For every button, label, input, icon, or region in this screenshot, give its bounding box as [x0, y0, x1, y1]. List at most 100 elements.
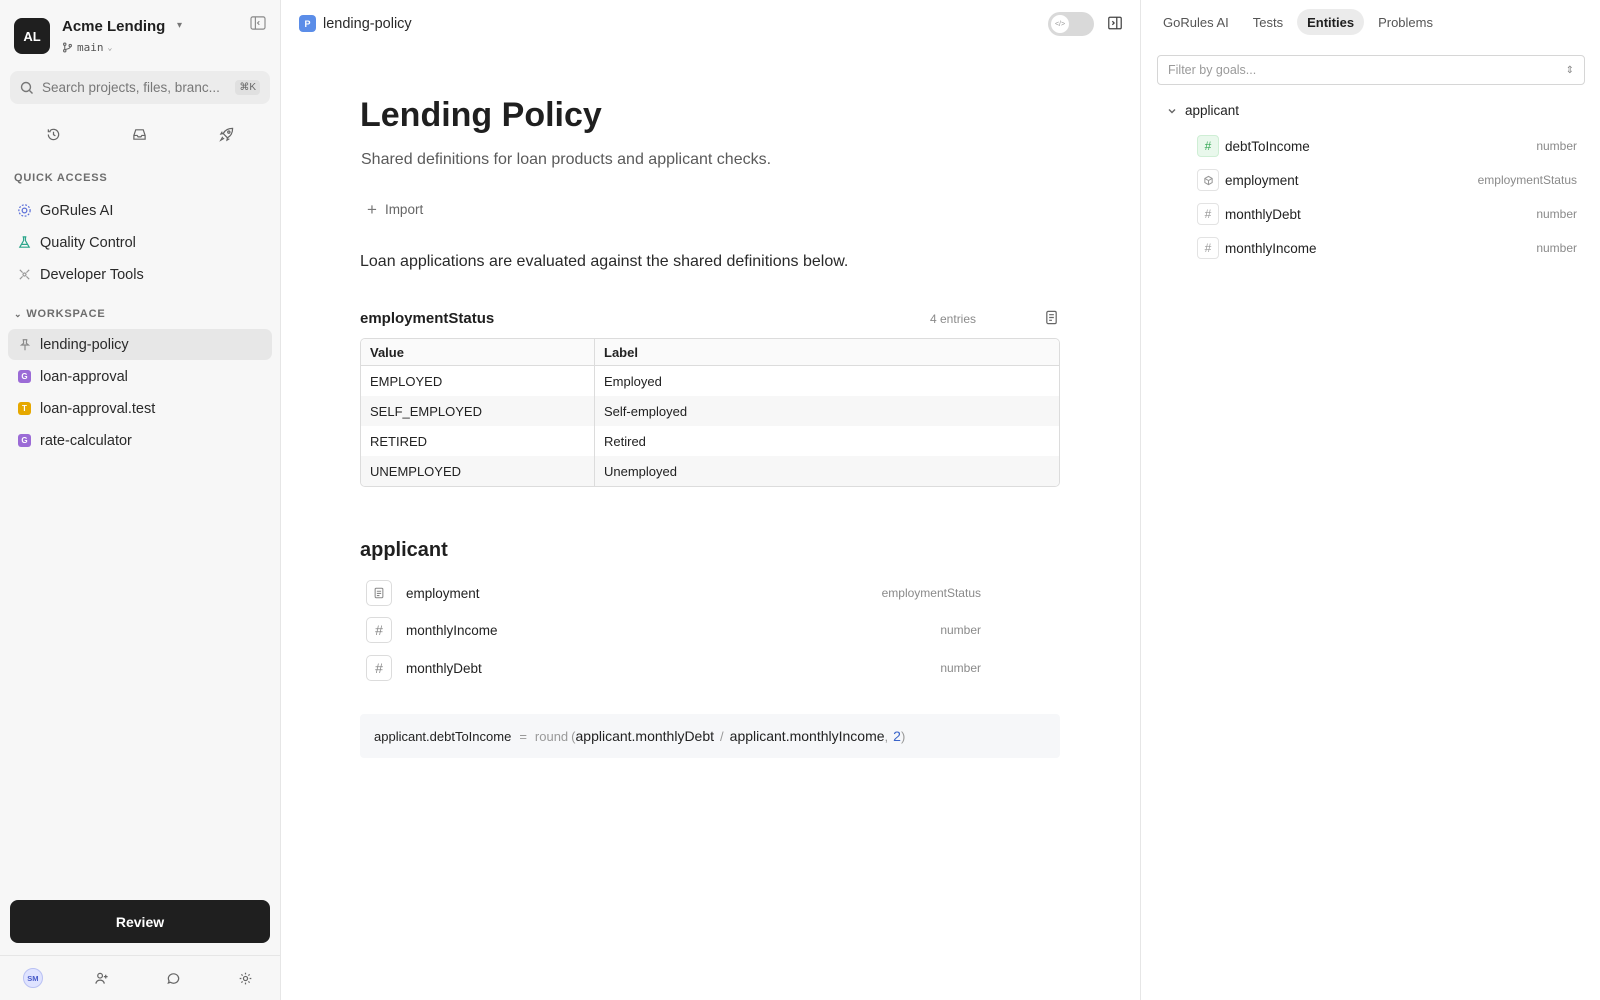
attribute-row-monthly-debt[interactable]: # monthlyDebt number [366, 655, 981, 681]
tab-gorules-ai[interactable]: GoRules AI [1153, 9, 1239, 35]
enum-value[interactable]: SELF_EMPLOYED [361, 396, 595, 426]
entity-tree-item[interactable]: employment employmentStatus [1197, 169, 1577, 191]
document-editor: P lending-policy </> Lending Policy Shar… [281, 0, 1140, 1000]
code-view-toggle[interactable]: </> [1048, 12, 1094, 36]
collapse-sidebar-icon[interactable] [250, 16, 268, 32]
table-row[interactable]: EMPLOYED Employed [361, 366, 1059, 396]
rocket-icon[interactable] [214, 121, 240, 147]
quick-access-quality-control[interactable]: Quality Control [8, 227, 272, 258]
tab-problems[interactable]: Problems [1368, 9, 1443, 35]
enum-label[interactable]: Unemployed [595, 456, 1059, 486]
enum-label[interactable]: Employed [595, 366, 1059, 396]
search-input[interactable] [42, 80, 230, 95]
enum-value[interactable]: EMPLOYED [361, 366, 595, 396]
pin-icon [17, 337, 32, 352]
goal-filter-input[interactable] [1168, 63, 1548, 77]
hash-icon: # [1197, 203, 1219, 225]
entity-tree-item[interactable]: # monthlyDebt number [1197, 203, 1577, 225]
workspace-item-lending-policy[interactable]: lending-policy [8, 329, 272, 360]
quick-access-developer-tools[interactable]: Developer Tools [8, 259, 272, 290]
chat-icon[interactable] [160, 965, 186, 991]
formula-arg: applicant.monthlyIncome [729, 728, 885, 744]
user-avatar[interactable]: SM [22, 968, 43, 988]
goal-filter-select[interactable]: ⇕ [1157, 55, 1585, 85]
table-header-row: Value Label [361, 339, 1059, 366]
formula-operator: / [720, 728, 724, 744]
right-panel: GoRules AI Tests Entities Problems ⇕ app… [1140, 0, 1600, 1000]
nav-label: Developer Tools [40, 266, 144, 283]
nav-label: loan-approval.test [40, 400, 156, 417]
document-icon[interactable] [1044, 310, 1060, 326]
search-shortcut: ⌘K [235, 80, 260, 95]
formula-comma: , [884, 728, 889, 744]
enum-entry-count: 4 entries [930, 312, 977, 326]
page-subtitle: Shared definitions for loan products and… [361, 151, 772, 168]
formula-equals: = [519, 728, 527, 744]
workspace-item-rate-calculator[interactable]: G rate-calculator [8, 425, 272, 456]
inbox-icon[interactable] [127, 121, 153, 147]
editor-topbar: P lending-policy </> [281, 0, 1140, 48]
tab-tests[interactable]: Tests [1243, 9, 1293, 35]
entity-tree-item[interactable]: # monthlyIncome number [1197, 237, 1577, 259]
policy-badge-icon: P [299, 15, 316, 32]
enum-value[interactable]: UNEMPLOYED [361, 456, 595, 486]
tab-entities[interactable]: Entities [1297, 9, 1365, 35]
sidebar: AL Acme Lending ▾ main ⌄ ⌘K QUICK ACCESS… [0, 0, 281, 1000]
tree-item-name: monthlyDebt [1225, 206, 1301, 222]
import-button[interactable]: + Import [367, 201, 423, 218]
workspace-item-loan-approval[interactable]: G loan-approval [8, 361, 272, 392]
entity-tree-item[interactable]: # debtToIncome number [1197, 135, 1577, 157]
intro-text: Loan applications are evaluated against … [360, 253, 849, 270]
quick-access-gorules-ai[interactable]: GoRules AI [8, 195, 272, 226]
graph-badge-icon: G [18, 370, 31, 383]
tree-item-type: number [1536, 241, 1577, 255]
page-title: Lending Policy [360, 96, 602, 134]
chevron-down-icon[interactable]: ▾ [177, 20, 182, 31]
tree-item-type: employmentStatus [1477, 173, 1577, 187]
ai-gear-icon [17, 203, 32, 218]
tree-item-type: number [1536, 207, 1577, 221]
enum-icon [1197, 169, 1219, 191]
attribute-row-employment[interactable]: employment employmentStatus [366, 580, 981, 606]
enum-name: employmentStatus [360, 310, 495, 327]
tree-root-label: applicant [1185, 103, 1240, 118]
hash-icon: # [1197, 135, 1219, 157]
column-header-label: Label [595, 339, 1059, 366]
org-name[interactable]: Acme Lending [62, 18, 165, 35]
attribute-name: employment [406, 585, 480, 601]
sidebar-footer: SM [0, 955, 281, 1000]
tree-item-name: debtToIncome [1225, 138, 1310, 154]
toggle-right-panel-icon[interactable] [1107, 15, 1125, 33]
graph-badge-icon: G [18, 434, 31, 447]
enum-table: Value Label EMPLOYED Employed SELF_EMPLO… [360, 338, 1060, 487]
table-row[interactable]: RETIRED Retired [361, 426, 1059, 456]
workspace-label: WORKSPACE [26, 308, 106, 320]
enum-value[interactable]: RETIRED [361, 426, 595, 456]
nav-label: rate-calculator [40, 432, 132, 449]
enum-label[interactable]: Self-employed [595, 396, 1059, 426]
attribute-name: monthlyDebt [406, 660, 482, 676]
attribute-row-monthly-income[interactable]: # monthlyIncome number [366, 617, 981, 643]
formula-function: round [534, 728, 569, 744]
review-button[interactable]: Review [10, 900, 270, 943]
attribute-name: monthlyIncome [406, 622, 498, 638]
workspace-item-loan-approval-test[interactable]: T loan-approval.test [8, 393, 272, 424]
add-user-icon[interactable] [89, 965, 115, 991]
enum-label[interactable]: Retired [595, 426, 1059, 456]
branch-selector[interactable]: main ⌄ [62, 41, 112, 54]
entity-tree-root[interactable]: applicant [1167, 103, 1239, 118]
settings-gear-icon[interactable] [232, 965, 258, 991]
computed-field-expression[interactable]: applicant.debtToIncome = round ( applica… [360, 714, 1060, 758]
chevron-down-icon [1168, 108, 1176, 113]
history-icon[interactable] [40, 121, 66, 147]
file-name: lending-policy [323, 15, 412, 32]
workspace-section[interactable]: ⌄ WORKSPACE [14, 308, 105, 320]
search-box[interactable]: ⌘K [10, 71, 270, 104]
table-row[interactable]: UNEMPLOYED Unemployed [361, 456, 1059, 486]
file-tab[interactable]: P lending-policy [299, 15, 412, 32]
org-avatar: AL [14, 18, 50, 54]
git-branch-icon [63, 42, 72, 53]
hash-icon: # [366, 655, 392, 681]
org-switcher[interactable]: AL Acme Lending ▾ main ⌄ [14, 18, 269, 56]
table-row[interactable]: SELF_EMPLOYED Self-employed [361, 396, 1059, 426]
